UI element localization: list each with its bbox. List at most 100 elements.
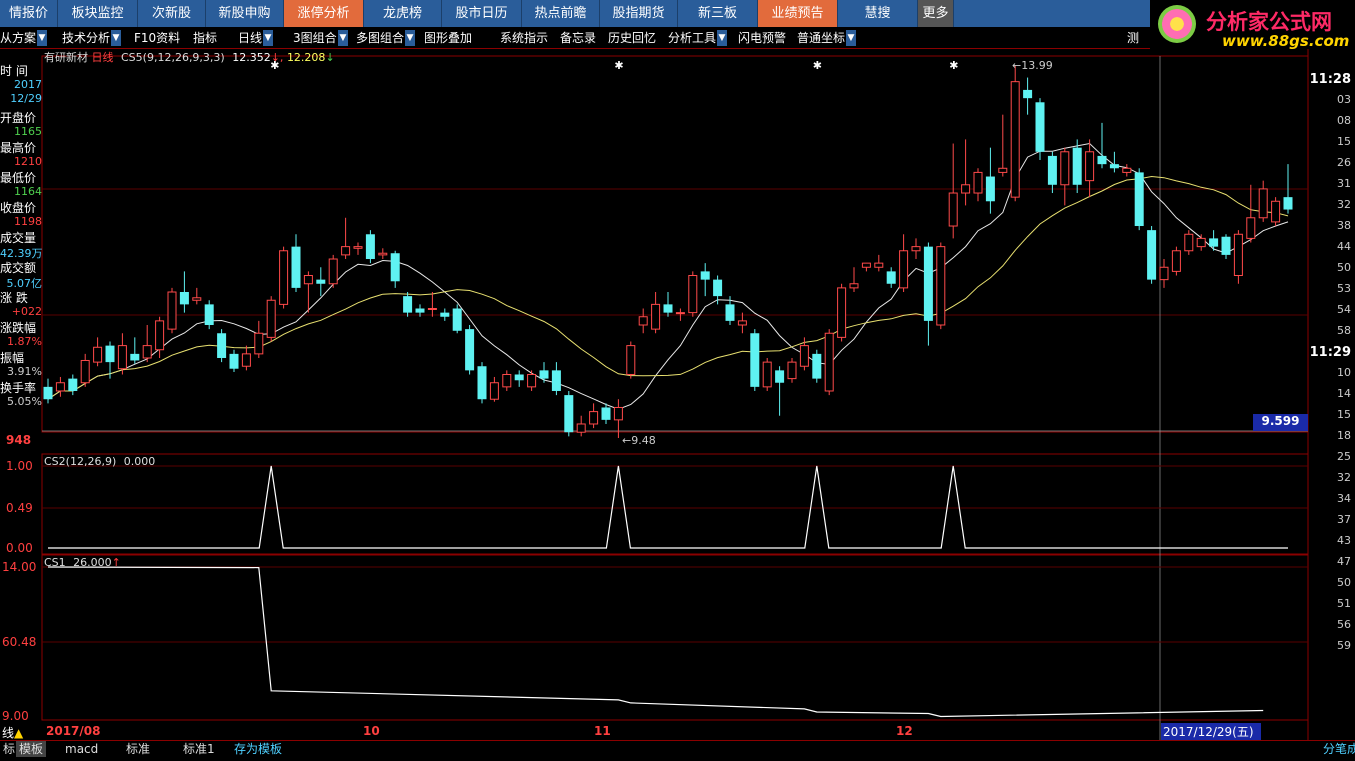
quote-label-5: 成交量 bbox=[0, 231, 37, 245]
time-tick-9: 50 bbox=[1337, 261, 1351, 274]
bottom-tab-6[interactable]: 存为模板 bbox=[231, 741, 285, 757]
candle-body bbox=[601, 407, 611, 420]
cursor-date-label: 2017/12/29(五) bbox=[1161, 723, 1261, 740]
candle-body bbox=[750, 333, 760, 387]
indicator-value-1: 12.352 bbox=[232, 51, 271, 64]
quote-label-9: 振幅 bbox=[0, 351, 25, 365]
nav-item-12[interactable]: 更多 bbox=[918, 0, 954, 27]
toolbar-button-6[interactable]: 多图组合 bbox=[356, 29, 404, 47]
toolbar-button-8[interactable]: 系统指示 bbox=[500, 29, 548, 47]
toolbar-button-1[interactable]: 技术分析 bbox=[62, 29, 110, 47]
chart-period[interactable]: 日线 bbox=[92, 51, 114, 64]
stock-name: 有研新材 bbox=[44, 51, 88, 64]
bottom-tab-3[interactable]: macd bbox=[62, 741, 101, 757]
nav-item-2[interactable]: 次新股 bbox=[138, 0, 206, 27]
toolbar-button-0[interactable]: 从方案 bbox=[0, 29, 36, 47]
line-label: 线▲ bbox=[2, 724, 23, 741]
nav-item-0[interactable]: 情报价 bbox=[0, 0, 58, 27]
quote-label-0: 时 间 bbox=[0, 64, 28, 78]
toolbar-button-10[interactable]: 历史回忆 bbox=[608, 29, 656, 47]
candle-body bbox=[204, 304, 214, 325]
dropdown-arrow-icon[interactable]: ▼ bbox=[263, 30, 273, 46]
dropdown-arrow-icon[interactable]: ▼ bbox=[37, 30, 47, 46]
time-tick-15: 14 bbox=[1337, 387, 1351, 400]
dropdown-arrow-icon[interactable]: ▼ bbox=[111, 30, 121, 46]
dropdown-arrow-icon[interactable]: ▼ bbox=[405, 30, 415, 46]
quote-value-8: 1.87% bbox=[7, 335, 42, 348]
time-tick-5: 31 bbox=[1337, 177, 1351, 190]
candle-body bbox=[713, 279, 723, 297]
chart-area[interactable]: ✱ ✱ ✱ ✱ bbox=[0, 49, 1310, 740]
high-price-label: ←13.99 bbox=[1012, 59, 1053, 72]
toolbar-button-7[interactable]: 图形叠加 bbox=[424, 29, 472, 47]
time-tick-23: 47 bbox=[1337, 555, 1351, 568]
time-tick-27: 59 bbox=[1337, 639, 1351, 652]
price-panel-frame bbox=[41, 55, 1309, 433]
candle-body bbox=[328, 258, 338, 285]
candle-body bbox=[1283, 197, 1293, 210]
toolbar-button-3[interactable]: 指标 bbox=[193, 29, 217, 47]
candle-body bbox=[613, 406, 623, 421]
time-tick-19: 32 bbox=[1337, 471, 1351, 484]
top-nav-bar: 情报价 板块监控 次新股 新股申购 涨停分析 龙虎榜 股市日历 热点前瞻 股指期货 新三板 业绩预告… bbox=[0, 0, 1150, 27]
nav-item-8[interactable]: 股指期货 bbox=[600, 0, 678, 27]
quote-value-0-b: 12/29 bbox=[10, 92, 42, 105]
candle-body bbox=[539, 370, 549, 379]
bottom-tab-2[interactable]: 模板 bbox=[16, 741, 47, 757]
quote-label-7: 涨 跌 bbox=[0, 291, 28, 305]
nav-item-9[interactable]: 新三板 bbox=[678, 0, 758, 27]
candle-body bbox=[1159, 266, 1169, 281]
cs1-ylabel-bottom: 9.00 bbox=[2, 709, 29, 723]
candle-body bbox=[254, 332, 264, 355]
toolbar-button-9[interactable]: 备忘录 bbox=[560, 29, 596, 47]
cursor-price-label: 9.599 bbox=[1253, 414, 1308, 431]
candle-body bbox=[80, 359, 90, 384]
time-tick-25: 51 bbox=[1337, 597, 1351, 610]
candle-body bbox=[998, 167, 1008, 173]
toolbar-button-12[interactable]: 闪电预警 bbox=[738, 29, 786, 47]
dropdown-arrow-icon[interactable]: ▼ bbox=[717, 30, 727, 46]
time-tick-12: 58 bbox=[1337, 324, 1351, 337]
candle-body bbox=[651, 303, 661, 330]
candle-body bbox=[663, 304, 673, 313]
candle-body bbox=[1258, 188, 1268, 219]
candle-body bbox=[117, 345, 127, 370]
candle-body bbox=[1221, 236, 1231, 255]
bottom-tab-4[interactable]: 标准 bbox=[123, 741, 153, 757]
nav-item-10[interactable]: 业绩预告 bbox=[758, 0, 838, 27]
toolbar-button-13[interactable]: 普通坐标 bbox=[797, 29, 845, 47]
line-label-text: 线 bbox=[2, 726, 15, 740]
candle-body bbox=[130, 353, 140, 361]
candle-body bbox=[576, 423, 586, 433]
nav-item-5[interactable]: 龙虎榜 bbox=[364, 0, 442, 27]
dropdown-arrow-icon[interactable]: ▼ bbox=[338, 30, 348, 46]
candle-body bbox=[787, 361, 797, 380]
toolbar-button-4[interactable]: 日线 bbox=[238, 29, 262, 47]
quote-value-9: 3.91% bbox=[7, 365, 42, 378]
candle-body bbox=[477, 366, 487, 400]
candle-body bbox=[812, 353, 822, 379]
nav-item-1[interactable]: 板块监控 bbox=[58, 0, 138, 27]
candle-body bbox=[985, 176, 995, 202]
toolbar-button-5[interactable]: 3图组合 bbox=[293, 29, 337, 47]
nav-item-6[interactable]: 股市日历 bbox=[442, 0, 522, 27]
cs1-panel-frame bbox=[41, 554, 1309, 721]
dropdown-arrow-icon[interactable]: ▼ bbox=[846, 30, 856, 46]
cs1-value: 26.000 bbox=[73, 556, 112, 569]
toolbar-button-2[interactable]: F10资料 bbox=[134, 29, 180, 47]
nav-item-4[interactable]: 涨停分析 bbox=[284, 0, 364, 27]
bottom-tab-5[interactable]: 标准1 bbox=[180, 741, 218, 757]
candle-body bbox=[105, 345, 115, 363]
nav-item-11[interactable]: 慧搜 bbox=[838, 0, 918, 27]
candle-body bbox=[93, 346, 103, 363]
time-tick-3: 15 bbox=[1337, 135, 1351, 148]
quote-label-8: 涨跌幅 bbox=[0, 321, 37, 335]
bottom-tab-7[interactable]: 分笔成 bbox=[1320, 741, 1355, 757]
nav-item-7[interactable]: 热点前瞻 bbox=[522, 0, 600, 27]
toolbar-button-11[interactable]: 分析工具 bbox=[668, 29, 716, 47]
nav-item-3[interactable]: 新股申购 bbox=[206, 0, 284, 27]
candle-body bbox=[564, 395, 574, 433]
indicator-name: CS5(9,12,26,9,3,3) bbox=[121, 51, 225, 64]
down-arrow-icon: ↓, bbox=[270, 51, 284, 64]
toolbar-button-14[interactable]: 测 bbox=[1127, 29, 1139, 47]
